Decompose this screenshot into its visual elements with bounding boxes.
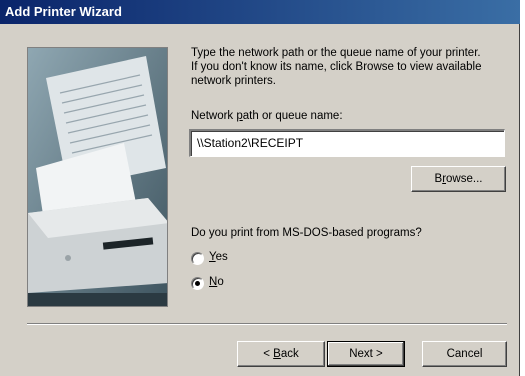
radio-yes-label: Yes <box>209 251 228 263</box>
network-path-input[interactable]: \\Station2\RECEIPT <box>189 129 505 157</box>
next-button[interactable]: Next > <box>327 341 405 367</box>
instructions-line-1: Type the network path or the queue name … <box>191 47 481 59</box>
window-title: Add Printer Wizard <box>5 4 122 19</box>
msdos-question: Do you print from MS-DOS-based programs? <box>191 227 422 239</box>
radio-option-no[interactable]: No <box>191 276 251 292</box>
network-path-label: Network path or queue name: <box>191 110 343 122</box>
printer-illustration <box>27 47 168 307</box>
radio-no-circle[interactable] <box>191 277 204 290</box>
back-button[interactable]: < Back <box>237 341 325 367</box>
back-label-pre: < <box>263 348 274 360</box>
radio-yes-rest: es <box>215 251 228 263</box>
instructions-line-3: network printers. <box>191 75 277 87</box>
network-path-label-post: ath or queue name: <box>242 110 343 122</box>
back-label-post: ack <box>280 348 299 360</box>
radio-option-yes[interactable]: Yes <box>191 251 251 267</box>
radio-no-rest: o <box>217 276 224 288</box>
radio-no-label: No <box>209 276 224 288</box>
browse-button[interactable]: Browse... <box>411 166 506 192</box>
radio-yes-circle[interactable] <box>191 252 204 265</box>
instructions-line-2: If you don't know its name, click Browse… <box>191 61 482 73</box>
back-label-accel: B <box>273 348 281 360</box>
radio-yes-accel: Y <box>209 251 216 263</box>
network-path-value: \\Station2\RECEIPT <box>197 136 304 150</box>
browse-label-post: owse... <box>446 173 483 185</box>
title-bar[interactable]: Add Printer Wizard <box>0 0 520 24</box>
footer-separator <box>27 323 507 325</box>
cancel-button[interactable]: Cancel <box>422 341 507 367</box>
network-path-label-pre: Network <box>191 110 237 122</box>
radio-selected-dot <box>195 281 200 286</box>
add-printer-wizard-window: Add Printer Wizard Type the network path… <box>0 0 520 376</box>
printer-illustration-graphic <box>28 48 167 306</box>
instructions-text: Type the network path or the queue name … <box>191 46 511 88</box>
